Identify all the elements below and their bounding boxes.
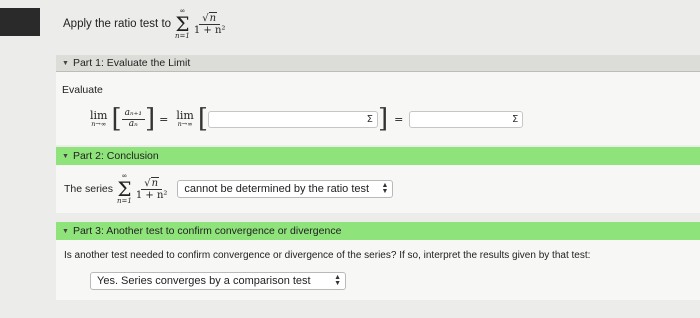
question-text: Apply the ratio test to ∞ Σ n=1 √n 1 + n… — [63, 7, 226, 40]
result-input[interactable]: Σ — [409, 110, 524, 128]
part2-title: Part 2: Conclusion — [72, 150, 159, 162]
term-denominator: 1 + n² — [193, 24, 226, 36]
sigma-icon-2[interactable]: Σ — [512, 114, 518, 125]
ratio-numerator: aₙ₊₁ — [121, 108, 145, 120]
term-numerator: n — [208, 11, 218, 24]
collapse-triangle-icon[interactable]: ▼ — [62, 228, 69, 235]
question-prefix: Apply the ratio test to — [63, 18, 172, 30]
limit-operator-left: lim n→∞ — [90, 110, 107, 128]
test-selected: Yes. Series converges by a comparison te… — [97, 275, 311, 287]
select-arrows-icon-2: ▲ ▼ — [334, 274, 341, 287]
series-term: √n 1 + n² — [193, 11, 226, 36]
conclusion-select[interactable]: cannot be determined by the ratio test ▲… — [177, 180, 394, 198]
side-marker — [0, 8, 40, 36]
equals-sign: = — [159, 112, 169, 126]
series-term-2: √n 1 + n² — [135, 176, 168, 201]
lim-sub-2: n→∞ — [177, 120, 193, 129]
part3-header[interactable]: ▼ Part 3: Another test to confirm conver… — [56, 222, 700, 240]
select-arrows-icon: ▲ ▼ — [381, 182, 389, 195]
part2-header[interactable]: ▼ Part 2: Conclusion — [56, 147, 700, 165]
term-denominator-2: 1 + n² — [135, 189, 168, 201]
test-select[interactable]: Yes. Series converges by a comparison te… — [90, 272, 346, 290]
sum-symbol-2: ∞ Σ n=1 — [117, 172, 132, 205]
limit-input[interactable]: Σ — [208, 110, 378, 128]
part1-title: Part 1: Evaluate the Limit — [72, 57, 191, 69]
sigma-icon[interactable]: Σ — [367, 114, 373, 125]
equals-sign-2: = — [394, 112, 404, 126]
conclusion-row: The series ∞ Σ n=1 √n 1 + n² cannot be d… — [64, 165, 394, 213]
part3-title: Part 3: Another test to confirm converge… — [72, 225, 342, 237]
sum-lower-2: n=1 — [117, 197, 132, 205]
part3-question: Is another test needed to confirm conver… — [64, 250, 591, 261]
limit-expression: lim n→∞ [ aₙ₊₁ aₙ ] = lim n→∞ [ Σ ] = Σ — [86, 106, 524, 132]
evaluate-label: Evaluate — [62, 84, 103, 96]
term-numerator-2: n — [150, 176, 160, 189]
ratio-fraction: aₙ₊₁ aₙ — [121, 108, 145, 130]
conclusion-selected: cannot be determined by the ratio test — [184, 183, 370, 195]
sum-symbol: ∞ Σ n=1 — [175, 7, 190, 40]
part1-body: Evaluate lim n→∞ [ aₙ₊₁ aₙ ] = lim n→∞ [… — [56, 72, 700, 145]
limit-operator-right: lim n→∞ — [176, 110, 193, 128]
part3-body: Is another test needed to confirm conver… — [56, 240, 700, 300]
ratio-denominator: aₙ — [128, 118, 138, 129]
sum-lower: n=1 — [175, 32, 190, 40]
part2-body: The series ∞ Σ n=1 √n 1 + n² cannot be d… — [56, 165, 700, 213]
lim-sub: n→∞ — [91, 120, 107, 129]
series-prefix: The series — [64, 183, 114, 195]
collapse-triangle-icon[interactable]: ▼ — [62, 153, 69, 160]
collapse-triangle-icon[interactable]: ▼ — [62, 60, 69, 67]
part1-header[interactable]: ▼ Part 1: Evaluate the Limit — [56, 55, 700, 72]
